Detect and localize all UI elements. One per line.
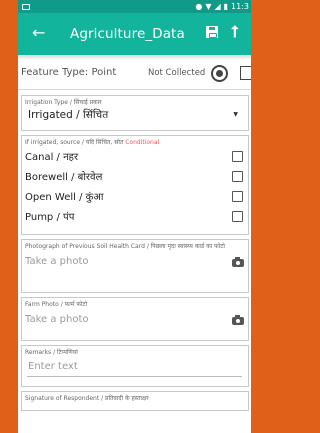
save-icon[interactable] (206, 26, 218, 38)
checkbox-label: Canal / नहर (25, 152, 79, 163)
input-underline (27, 376, 242, 377)
irrigation-source-label: If irrigated, source / यदि सिंचित, स्रोत… (22, 136, 248, 147)
gps-target-icon[interactable] (211, 65, 228, 82)
checkbox-label: Pump / पंप (25, 212, 75, 223)
checkbox[interactable] (232, 171, 243, 182)
camera-icon[interactable] (232, 315, 244, 325)
irrigation-type-label: Irrigation Type / सिंचाई प्रकार (25, 99, 102, 106)
arrow-left-icon[interactable]: ← (32, 23, 45, 43)
irrigation-type-select[interactable]: Irrigated / सिंचित ▼ (22, 107, 248, 123)
feature-type-label: Feature Type: Point (21, 67, 117, 78)
page-title: Agriculture_Data (70, 26, 185, 42)
checkbox-open-well[interactable]: Open Well / कुंआ (22, 187, 248, 207)
collection-status: Not Collected (148, 68, 206, 78)
checkbox-label: Open Well / कुंआ (25, 192, 104, 203)
farm-photo-label: Farm Photo / फार्म फोटो (25, 301, 88, 308)
farm-photo-field[interactable]: Farm Photo / फार्म फोटो Take a photo (21, 297, 249, 341)
upload-icon[interactable]: ⭡ (231, 22, 239, 42)
location-icon: ● (195, 2, 203, 11)
soil-card-photo-field[interactable]: Photograph of Previous Soil Health Card … (21, 239, 249, 293)
notification-icon (22, 3, 30, 10)
signature-label: Signature of Respondent / प्रतिवादी के ह… (25, 395, 149, 402)
soil-card-photo-label: Photograph of Previous Soil Health Card … (25, 243, 225, 250)
checkbox[interactable] (232, 151, 243, 162)
signal-icon: ◢ (214, 2, 221, 11)
remarks-label: Remarks / टिप्पणियां (25, 349, 78, 356)
camera-icon[interactable] (232, 257, 244, 267)
status-icons: ● ▼ ◢ ▮ 11:3 (195, 0, 249, 13)
remarks-input[interactable]: Enter text (22, 357, 248, 379)
irrigation-source-label-text: If irrigated, source / यदि सिंचित, स्रोत (25, 139, 124, 146)
toolbar: ← Agriculture_Data ⭡ (18, 13, 251, 55)
irrigation-source-field: If irrigated, source / यदि सिंचित, स्रोत… (21, 135, 249, 235)
checkbox-pump[interactable]: Pump / पंप (22, 207, 248, 227)
signature-field[interactable]: Signature of Respondent / प्रतिवादी के ह… (21, 391, 249, 411)
checkbox-canal[interactable]: Canal / नहर (22, 147, 248, 167)
map-icon[interactable] (240, 66, 251, 80)
status-bar: ● ▼ ◢ ▮ 11:3 (18, 0, 251, 13)
irrigation-type-field[interactable]: Irrigation Type / सिंचाई प्रकार Irrigate… (21, 95, 249, 131)
app-screen: ● ▼ ◢ ▮ 11:3 ← Agriculture_Data ⭡ Featur… (18, 0, 251, 433)
conditional-tag: Conditional (125, 139, 160, 146)
remarks-placeholder: Enter text (28, 361, 78, 372)
photo-placeholder: Take a photo (25, 314, 89, 325)
checkbox-label: Borewell / बोरवेल (25, 172, 103, 183)
irrigation-type-value: Irrigated / सिंचित (28, 109, 109, 121)
battery-icon: ▮ (223, 2, 229, 11)
remarks-field[interactable]: Remarks / टिप्पणियां Enter text (21, 345, 249, 387)
dropdown-arrow-icon[interactable]: ▼ (233, 111, 238, 118)
soil-card-photo-picker[interactable]: Take a photo (22, 251, 248, 275)
checkbox[interactable] (232, 211, 243, 222)
checkbox[interactable] (232, 191, 243, 202)
farm-photo-picker[interactable]: Take a photo (22, 309, 248, 333)
wifi-icon: ▼ (205, 2, 212, 11)
feature-header: Feature Type: Point Not Collected (18, 60, 251, 90)
photo-placeholder: Take a photo (25, 256, 89, 267)
checkbox-borewell[interactable]: Borewell / बोरवेल (22, 167, 248, 187)
status-time: 11:3 (231, 2, 249, 11)
